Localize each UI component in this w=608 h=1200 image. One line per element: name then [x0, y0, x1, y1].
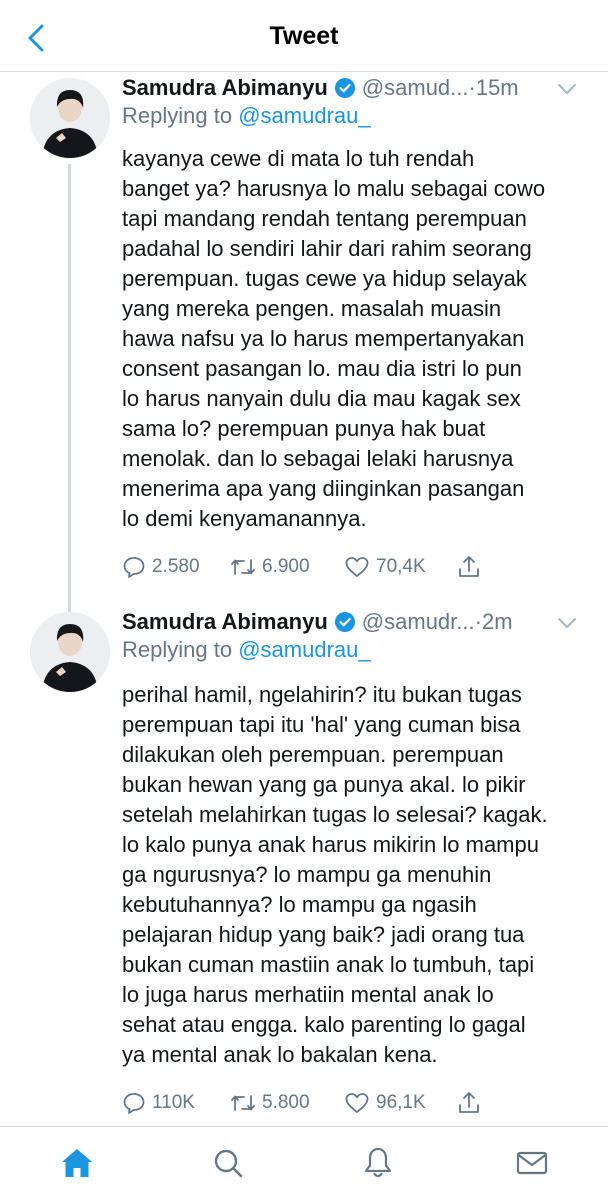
heart-icon	[345, 557, 369, 577]
share-icon	[459, 1092, 479, 1113]
replying-to-handle-link[interactable]: @samudrau_	[238, 637, 370, 662]
bell-icon	[364, 1147, 392, 1178]
share-button[interactable]	[456, 552, 482, 582]
display-name[interactable]: Samudra Abimanyu	[122, 609, 328, 635]
replying-to-label: Replying to	[122, 637, 233, 662]
separator-dot: ·	[468, 75, 476, 100]
avatar[interactable]	[30, 78, 110, 158]
tweet-text-line: padahal lo sendiri lahir dari rahim seor…	[122, 236, 532, 261]
chevron-down-icon	[558, 84, 576, 94]
tweet-text-line: ga ngurusnya? lo mampu ga menuhin	[122, 862, 492, 887]
reply-button[interactable]: 2.580	[122, 552, 200, 582]
tweet-text-line: perempuan. tugas cewe ya hidup selayak	[122, 266, 527, 291]
tweet-actions: 110K 5.800 96,1K	[122, 1088, 582, 1118]
tweet-text-line: hawa nafsu ya lo harus mempertanyakan	[122, 326, 525, 351]
tab-home[interactable]	[57, 1143, 97, 1183]
tweet-text-line: menolak. dan lo sebagai lelaki harusnya	[122, 446, 514, 471]
replying-to: Replying to @samudrau_	[122, 637, 371, 663]
tweet-text-line: sehat atau engga. kalo parenting lo gaga…	[122, 1012, 526, 1037]
tweet-menu-button[interactable]	[554, 610, 580, 636]
mail-icon	[516, 1151, 548, 1175]
tweet-text-line: perempuan tapi itu 'hal' yang cuman bisa	[122, 712, 521, 737]
share-button[interactable]	[456, 1088, 482, 1118]
reply-count: 2.580	[152, 556, 200, 577]
top-bar: Tweet	[0, 0, 608, 72]
tweet-text-line: perihal hamil, ngelahirin? itu bukan tug…	[122, 682, 522, 707]
share-icon	[459, 556, 479, 577]
tweet-text-line: kayanya cewe di mata lo tuh rendah	[122, 146, 475, 171]
tab-messages[interactable]	[512, 1143, 552, 1183]
tweet-text-line: consent pasangan lo. mau dia istri lo pu…	[122, 356, 522, 381]
tweet-actions: 2.580 6.900 70,4K	[122, 552, 582, 582]
search-icon	[214, 1149, 243, 1178]
replying-to-handle-link[interactable]: @samudrau_	[238, 103, 370, 128]
like-button[interactable]: 70,4K	[344, 552, 426, 582]
retweet-icon	[231, 1095, 255, 1111]
tweet-text-line: dilakukan oleh perempuan. perempuan	[122, 742, 504, 767]
tab-search[interactable]	[208, 1143, 248, 1183]
tweet-text-line: pelajaran hidup yang baik? jadi orang tu…	[122, 922, 525, 947]
tweet-text-line: sama lo? perempuan punya hak buat	[122, 416, 486, 441]
like-count: 70,4K	[376, 556, 426, 577]
verified-badge-icon	[334, 611, 356, 633]
like-count: 96,1K	[376, 1092, 426, 1113]
verified-badge-icon	[334, 77, 356, 99]
page-title: Tweet	[269, 22, 339, 50]
tweet-text-line: banget ya? harusnya lo malu sebagai cowo	[122, 176, 546, 201]
tweet-text: kayanya cewe di mata lo tuh rendah bange…	[122, 144, 592, 534]
user-handle[interactable]: @samud...	[362, 75, 469, 101]
tweet-text-line: tapi mandang rendah tentang perempuan	[122, 206, 527, 231]
replying-to: Replying to @samudrau_	[122, 103, 371, 129]
avatar-image	[30, 78, 110, 158]
timestamp: 15m	[475, 75, 519, 100]
reply-icon	[123, 1093, 145, 1114]
tweet-menu-button[interactable]	[554, 76, 580, 102]
tweet-text-line: setelah melahirkan tugas lo selesai? kag…	[122, 802, 548, 827]
tweet-header: Samudra Abimanyu @samud... · 15m	[122, 72, 519, 104]
tweet-text-line: kebutuhannya? lo mampu ga ngasih	[122, 892, 477, 917]
tweet-text-line: yang mereka pengen. masalah muasin	[122, 296, 502, 321]
tab-notifications[interactable]	[358, 1143, 398, 1183]
reply-icon	[123, 557, 145, 578]
tweet-text-line: menerima apa yang diinginkan pasangan	[122, 476, 525, 501]
avatar-image	[30, 612, 110, 692]
home-icon	[62, 1149, 92, 1177]
timestamp: 2m	[481, 609, 513, 634]
retweet-count: 5.800	[262, 1092, 310, 1113]
replying-to-label: Replying to	[122, 103, 233, 128]
user-handle[interactable]: @samudr...	[362, 609, 475, 635]
bottom-tab-bar	[0, 1126, 608, 1200]
tweet-text-line: ya mental anak lo bakalan kena.	[122, 1042, 438, 1067]
tweet-text: perihal hamil, ngelahirin? itu bukan tug…	[122, 680, 592, 1070]
avatar[interactable]	[30, 612, 110, 692]
chevron-down-icon	[558, 618, 576, 628]
reply-count: 110K	[152, 1092, 195, 1113]
thread-connector-line	[68, 164, 71, 676]
tweet-text-line: lo harus nanyain dulu dia mau kagak sex	[122, 386, 521, 411]
tweet-text-line: lo juga harus merhatiin mental anak lo	[122, 982, 494, 1007]
tweet-text-line: bukan cuman mastiin anak lo tumbuh, tapi	[122, 952, 535, 977]
tweet-text-line: lo demi kenyamanannya.	[122, 506, 367, 531]
tweet-text-line: bukan hewan yang ga punya akal. lo pikir	[122, 772, 526, 797]
retweet-icon	[231, 559, 255, 575]
like-button[interactable]: 96,1K	[344, 1088, 426, 1118]
tweet-text-line: lo kalo punya anak harus mikirin lo mamp…	[122, 832, 539, 857]
heart-icon	[345, 1093, 369, 1113]
display-name[interactable]: Samudra Abimanyu	[122, 75, 328, 101]
reply-button[interactable]: 110K	[122, 1088, 195, 1118]
retweet-button[interactable]: 5.800	[230, 1088, 310, 1118]
tweet-header: Samudra Abimanyu @samudr... · 2m	[122, 606, 513, 638]
separator-dot: ·	[474, 609, 482, 634]
retweet-button[interactable]: 6.900	[230, 552, 310, 582]
retweet-count: 6.900	[262, 556, 310, 577]
